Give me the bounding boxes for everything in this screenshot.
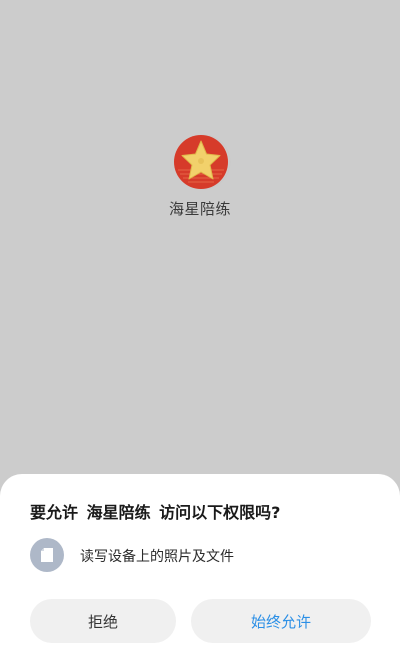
dialog-title: 要允许 海星陪练 访问以下权限吗? — [30, 503, 281, 522]
permission-dialog: 要允许 海星陪练 访问以下权限吗? 读写设备上的照片及文件 拒绝 始终允许 — [0, 474, 400, 666]
starfish-logo-icon — [174, 134, 231, 190]
permission-item: 读写设备上的照片及文件 — [30, 538, 380, 572]
splash-screen: 海星陪练 — [0, 0, 400, 474]
always-allow-button[interactable]: 始终允许 — [191, 599, 371, 643]
app-screen: 海星陪练 要允许 海星陪练 访问以下权限吗? 读写设备上的照片及文件 拒绝 始终… — [0, 0, 400, 666]
file-icon — [30, 538, 64, 572]
deny-button[interactable]: 拒绝 — [30, 599, 176, 643]
app-name: 海星陪练 — [168, 200, 231, 218]
permission-label: 读写设备上的照片及文件 — [80, 549, 234, 565]
